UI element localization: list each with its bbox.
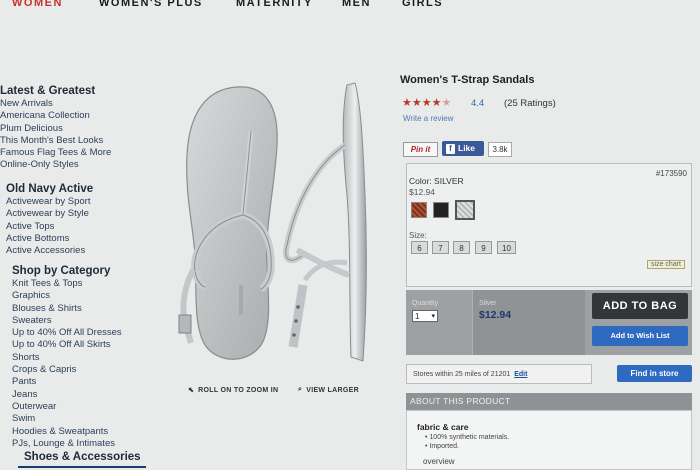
sidebar-item[interactable]: Active Tops: [6, 221, 93, 233]
sidebar-item[interactable]: New Arrivals: [0, 98, 111, 110]
sidebar-underline: [18, 450, 146, 468]
sidebar-item[interactable]: Knit Tees & Tops: [12, 278, 122, 290]
top-nav: WOMEN WOMEN'S PLUS MATERNITY MEN GIRLS: [0, 0, 700, 14]
sidebar-item[interactable]: Famous Flag Tees & More: [0, 147, 111, 159]
sidebar-section-latest: Latest & Greatest New Arrivals Americana…: [0, 84, 111, 172]
size-option[interactable]: 7: [432, 241, 449, 254]
sidebar-item[interactable]: PJs, Lounge & Intimates: [12, 438, 122, 450]
size-label: Size:: [409, 231, 427, 240]
sidebar-item[interactable]: Activewear by Sport: [6, 196, 93, 208]
sidebar-item[interactable]: Hoodies & Sweatpants: [12, 426, 122, 438]
facebook-icon: f: [446, 144, 455, 154]
swatch-black[interactable]: [433, 202, 449, 218]
sidebar-item[interactable]: This Month's Best Looks: [0, 135, 111, 147]
sidebar-item[interactable]: Shorts: [12, 352, 122, 364]
sidebar-item[interactable]: Jeans: [12, 389, 122, 401]
size-chart-link[interactable]: size chart: [647, 260, 685, 269]
price-box: Silver $12.94: [472, 290, 585, 355]
sidebar-section-category: Shop by Category Knit Tees & Tops Graphi…: [12, 264, 122, 450]
find-in-store-button[interactable]: Find in store: [617, 365, 692, 382]
fabric-item: • Imported.: [425, 443, 459, 450]
sidebar-item[interactable]: Activewear by Style: [6, 208, 93, 220]
pinit-button[interactable]: Pin it: [403, 142, 438, 157]
sidebar-item[interactable]: Sweaters: [12, 315, 122, 327]
product-details: Women's T-Strap Sandals ★★★★★ 4.4 (25 Ra…: [400, 74, 695, 157]
sidebar-item[interactable]: Blouses & Shirts: [12, 303, 122, 315]
sidebar-item[interactable]: Active Accessories: [6, 245, 93, 257]
chevron-down-icon: ▾: [431, 313, 435, 320]
add-to-bag-button[interactable]: ADD TO BAG: [592, 293, 688, 319]
add-to-wish-list-button[interactable]: Add to Wish List: [592, 326, 688, 346]
rating-value[interactable]: 4.4: [471, 98, 484, 109]
sidebar-item[interactable]: Americana Collection: [0, 110, 111, 122]
sidebar-item[interactable]: Crops & Capris: [12, 364, 122, 376]
product-image[interactable]: [165, 75, 395, 385]
size-option[interactable]: 6: [411, 241, 428, 254]
sidebar-item[interactable]: Up to 40% Off All Dresses: [12, 327, 122, 339]
about-product-header[interactable]: ABOUT THIS PRODUCT: [406, 393, 692, 410]
stores-edit-link[interactable]: Edit: [514, 371, 527, 378]
size-option[interactable]: 9: [475, 241, 492, 254]
view-larger-label: VIEW LARGER: [306, 386, 359, 394]
fabric-care-title: fabric & care: [417, 422, 469, 432]
color-label: Color: SILVER: [409, 176, 464, 186]
nav-men[interactable]: MEN: [342, 0, 371, 9]
about-product-body: fabric & care • 100% synthetic materials…: [406, 410, 692, 470]
rating-count[interactable]: (25 Ratings): [504, 98, 556, 109]
quantity-select[interactable]: 1 ▾: [412, 310, 438, 322]
facebook-like-button[interactable]: f Like: [442, 141, 484, 156]
item-number: #173590: [655, 169, 687, 178]
size-option[interactable]: 8: [453, 241, 470, 254]
sidebar-item[interactable]: Outerwear: [12, 401, 122, 413]
options-box: #173590 Color: SILVER $12.94 Size: 6 7 8…: [406, 163, 692, 287]
sidebar-item[interactable]: Online-Only Styles: [0, 159, 111, 171]
quantity-label: Quantity: [412, 300, 439, 307]
sidebar-item[interactable]: Graphics: [12, 290, 122, 302]
magnifier-icon: ⌕: [298, 386, 303, 393]
sidebar-item[interactable]: Up to 40% Off All Skirts: [12, 339, 122, 351]
sidebar-item[interactable]: Plum Delicious: [0, 123, 111, 135]
sidebar-item[interactable]: Active Bottoms: [6, 233, 93, 245]
nav-girls[interactable]: GIRLS: [402, 0, 443, 9]
quantity-value: 1: [415, 312, 420, 321]
like-label: Like: [458, 143, 476, 153]
nav-women[interactable]: WOMEN: [12, 0, 63, 9]
nav-maternity[interactable]: MATERNITY: [236, 0, 313, 9]
roll-zoom-label: ROLL ON TO ZOOM IN: [198, 386, 279, 394]
sidebar-item[interactable]: Swim: [12, 413, 122, 425]
stores-text: Stores within 25 miles of 21201: [413, 371, 511, 378]
overview-title: overview: [423, 457, 455, 466]
sidebar-title-category: Shop by Category: [12, 265, 111, 277]
cursor-icon: ⬉: [188, 387, 195, 394]
price-value: $12.94: [479, 309, 512, 321]
swatch-silver-selected[interactable]: [455, 200, 475, 220]
fabric-item: • 100% synthetic materials.: [425, 434, 510, 441]
swatch-brown[interactable]: [411, 202, 427, 218]
sidebar-item[interactable]: Pants: [12, 376, 122, 388]
color-price: $12.94: [409, 187, 435, 197]
size-option[interactable]: 10: [497, 241, 516, 254]
write-review-link[interactable]: Write a review: [403, 114, 454, 123]
store-locator: Stores within 25 miles of 21201 Edit: [406, 364, 592, 384]
nav-womens-plus[interactable]: WOMEN'S PLUS: [99, 0, 203, 9]
buy-bar: Quantity 1 ▾ Silver $12.94 ADD TO BAG Add…: [406, 290, 692, 355]
roll-zoom[interactable]: ⬉ ROLL ON TO ZOOM IN: [188, 386, 279, 395]
sidebar-title-latest: Latest & Greatest: [0, 85, 96, 97]
sidebar-title-active: Old Navy Active: [6, 183, 94, 195]
like-count: 3.8k: [488, 142, 512, 157]
product-title: Women's T-Strap Sandals: [400, 74, 535, 86]
view-larger[interactable]: ⌕ VIEW LARGER: [298, 386, 359, 394]
price-label: Silver: [479, 300, 497, 307]
rating-stars: ★★★★★: [402, 97, 452, 109]
sidebar-section-active: Old Navy Active Activewear by Sport Acti…: [6, 182, 93, 257]
